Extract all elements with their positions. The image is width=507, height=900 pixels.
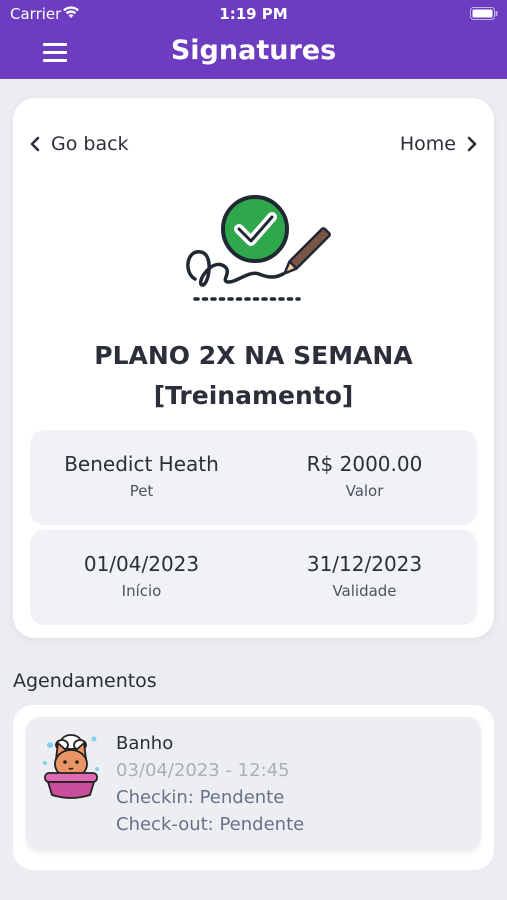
battery-icon (470, 7, 498, 20)
home-button[interactable]: Home (400, 133, 478, 155)
go-back-label: Go back (51, 133, 129, 155)
appointment-checkout-status: Check-out: Pendente (116, 814, 305, 835)
end-date-label: Validade (332, 582, 397, 600)
dates-box: 01/04/2023 Início 31/12/2023 Validade (30, 530, 477, 625)
chevron-right-icon (467, 136, 477, 152)
appointments-heading: Agendamentos (13, 670, 157, 692)
pet-name-value: Benedict Heath (64, 452, 219, 476)
plan-card: Go back Home PLANO 2X NA SEMANA [Treinam… (13, 98, 494, 638)
go-back-button[interactable]: Go back (29, 133, 129, 155)
plan-category: [Treinamento] (153, 381, 354, 410)
pet-label: Pet (129, 482, 154, 500)
appointments-card: Banho 03/04/2023 - 12:45 Checkin: Penden… (13, 705, 494, 870)
start-date-label: Início (121, 582, 162, 600)
page-title: Signatures (170, 35, 337, 66)
plan-name: PLANO 2X NA SEMANA (94, 341, 413, 370)
price-value: R$ 2000.00 (306, 452, 423, 476)
appointment-datetime: 03/04/2023 - 12:45 (116, 760, 290, 781)
chevron-left-icon (30, 136, 40, 152)
plan-title: PLANO 2X NA SEMANA [Treinamento] (13, 336, 494, 416)
status-bar: Carrier 1:19 PM (0, 0, 507, 28)
home-label: Home (399, 133, 456, 155)
pet-bath-icon (43, 734, 99, 799)
price-label: Valor (345, 482, 384, 500)
appointment-checkin-status: Checkin: Pendente (116, 787, 285, 808)
appointment-service: Banho (116, 733, 174, 754)
start-date-value: 01/04/2023 (83, 552, 200, 576)
end-date-value: 31/12/2023 (306, 552, 423, 576)
pet-price-box: Benedict Heath Pet R$ 2000.00 Valor (30, 430, 477, 525)
app-header: Carrier 1:19 PM Signatures (0, 0, 507, 79)
clock: 1:19 PM (219, 5, 288, 23)
signature-check-icon (186, 195, 331, 301)
appointment-item[interactable]: Banho 03/04/2023 - 12:45 Checkin: Penden… (26, 717, 481, 850)
